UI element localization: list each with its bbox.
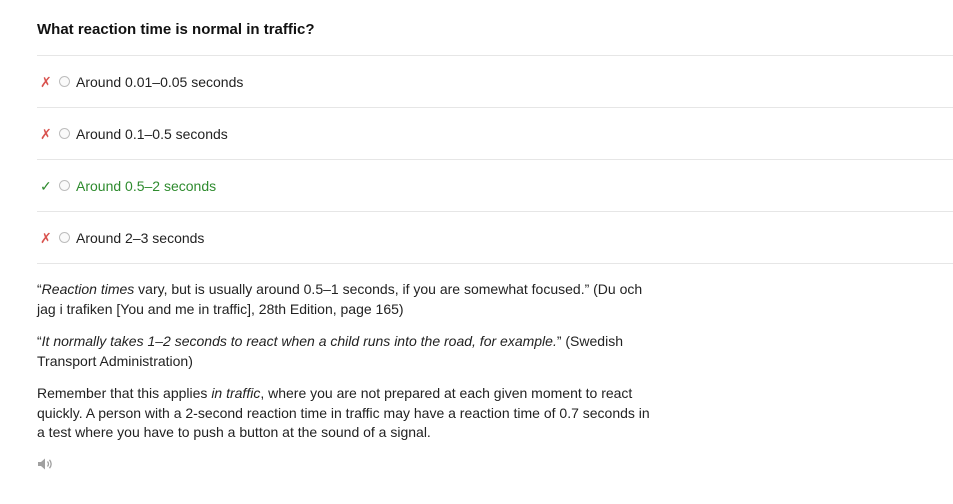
- note-text: Remember that this applies: [37, 385, 212, 401]
- answer-option-1[interactable]: ✗ Around 0.01–0.05 seconds: [37, 56, 953, 108]
- explanation-quote-2: “It normally takes 1–2 seconds to react …: [37, 332, 657, 371]
- answer-explanation: “Reaction times vary, but is usually aro…: [37, 280, 657, 456]
- explanation-quote-1: “Reaction times vary, but is usually aro…: [37, 280, 657, 319]
- answer-option-3[interactable]: ✓ Around 0.5–2 seconds: [37, 160, 953, 212]
- radio-button[interactable]: [59, 76, 70, 87]
- emphasis-text: Reaction times: [41, 281, 135, 297]
- emphasis-text: It normally takes 1–2 seconds to react w…: [41, 333, 557, 349]
- wrong-mark-icon: ✗: [40, 229, 52, 246]
- answer-option-4[interactable]: ✗ Around 2–3 seconds: [37, 212, 953, 264]
- answer-label: Around 0.1–0.5 seconds: [76, 125, 228, 142]
- answer-options: ✗ Around 0.01–0.05 seconds ✗ Around 0.1–…: [37, 55, 953, 264]
- wrong-mark-icon: ✗: [40, 125, 52, 142]
- emphasis-text: in traffic: [211, 385, 261, 401]
- answer-label: Around 2–3 seconds: [76, 229, 205, 246]
- wrong-mark-icon: ✗: [40, 73, 52, 90]
- radio-button[interactable]: [59, 180, 70, 191]
- answer-label: Around 0.01–0.05 seconds: [76, 73, 244, 90]
- radio-button[interactable]: [59, 128, 70, 139]
- speaker-icon[interactable]: [37, 457, 55, 471]
- question-title: What reaction time is normal in traffic?: [37, 21, 315, 38]
- answer-option-2[interactable]: ✗ Around 0.1–0.5 seconds: [37, 108, 953, 160]
- radio-button[interactable]: [59, 232, 70, 243]
- answer-label-correct: Around 0.5–2 seconds: [76, 177, 217, 194]
- check-mark-icon: ✓: [40, 177, 52, 194]
- explanation-note: Remember that this applies in traffic, w…: [37, 384, 657, 443]
- quiz-question: What reaction time is normal in traffic?…: [37, 0, 953, 264]
